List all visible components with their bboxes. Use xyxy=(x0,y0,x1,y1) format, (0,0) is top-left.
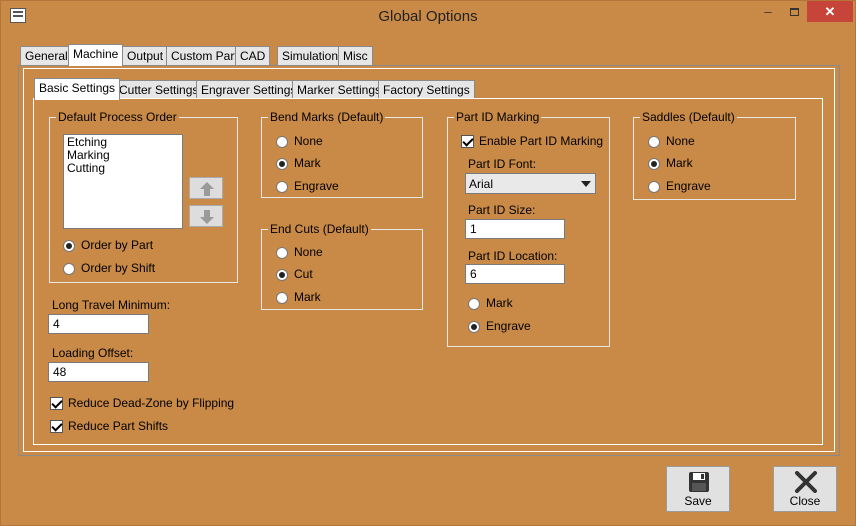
saddles-title: Saddles (Default) xyxy=(640,110,737,124)
part-id-location-label: Part ID Location: xyxy=(468,249,558,263)
checkbox-label: Reduce Dead-Zone by Flipping xyxy=(68,396,235,410)
list-item[interactable]: Cutting xyxy=(67,162,179,175)
checkbox-box xyxy=(461,135,474,149)
loading-offset-input[interactable]: 48 xyxy=(48,362,149,382)
radio-label: Engrave xyxy=(294,179,339,193)
radio-dot xyxy=(276,268,288,281)
checkbox-label: Reduce Part Shifts xyxy=(68,419,169,433)
checkbox-label: Enable Part ID Marking xyxy=(479,134,604,148)
radio-label: Mark xyxy=(294,156,321,170)
tab-engraver-settings[interactable]: Engraver Settings xyxy=(196,80,302,100)
radio-dot xyxy=(63,262,75,275)
move-down-button[interactable] xyxy=(189,205,223,227)
process-order-list[interactable]: Etching Marking Cutting xyxy=(63,134,183,229)
radio-dot xyxy=(648,157,660,170)
radio-dot xyxy=(276,135,288,148)
process-order-title: Default Process Order xyxy=(56,110,179,124)
close-icon xyxy=(795,471,817,493)
checkbox-box xyxy=(50,420,63,434)
order-by-part-radio[interactable]: Order by Part xyxy=(63,238,153,254)
tab-basic-settings[interactable]: Basic Settings xyxy=(34,78,121,100)
tab-factory-settings[interactable]: Factory Settings xyxy=(378,80,475,100)
tab-output[interactable]: Output xyxy=(122,46,169,66)
tab-simulation[interactable]: Simulation xyxy=(277,46,344,66)
tab-cutter-settings[interactable]: Cutter Settings xyxy=(114,80,204,100)
long-travel-label: Long Travel Minimum: xyxy=(52,298,171,312)
save-icon xyxy=(689,472,709,492)
radio-label: Order by Part xyxy=(81,238,154,252)
saddle-none-radio[interactable]: None xyxy=(648,134,695,150)
saddle-mark-radio[interactable]: Mark xyxy=(648,156,693,172)
select-value: Arial xyxy=(469,177,494,191)
title-bar: Global Options – ✕ xyxy=(1,1,855,31)
bend-engrave-radio[interactable]: Engrave xyxy=(276,179,339,195)
endcut-cut-radio[interactable]: Cut xyxy=(276,267,313,283)
radio-dot xyxy=(468,320,480,333)
part-id-title: Part ID Marking xyxy=(454,110,542,124)
part-id-font-select[interactable]: Arial xyxy=(465,173,596,194)
minimize-button[interactable]: – xyxy=(755,1,781,22)
maximize-icon xyxy=(789,8,799,16)
radio-label: Order by Shift xyxy=(81,261,156,275)
part-id-font-label: Part ID Font: xyxy=(468,157,537,171)
radio-label: Mark xyxy=(486,296,513,310)
tab-marker-settings[interactable]: Marker Settings xyxy=(292,80,387,100)
close-button[interactable]: Close xyxy=(773,466,837,512)
arrow-up-icon xyxy=(200,182,214,196)
bend-marks-title: Bend Marks (Default) xyxy=(268,110,386,124)
tab-custom-part[interactable]: Custom Part xyxy=(166,46,243,66)
endcut-none-radio[interactable]: None xyxy=(276,245,323,261)
radio-dot xyxy=(276,291,288,304)
radio-dot xyxy=(648,180,660,193)
enable-part-id-checkbox[interactable]: Enable Part ID Marking xyxy=(461,134,603,150)
part-id-location-input[interactable]: 6 xyxy=(465,264,565,284)
radio-label: Engrave xyxy=(666,179,711,193)
save-label: Save xyxy=(684,494,712,508)
bend-mark-radio[interactable]: Mark xyxy=(276,156,321,172)
radio-label: None xyxy=(666,134,695,148)
radio-label: None xyxy=(294,134,323,148)
save-button[interactable]: Save xyxy=(666,466,730,512)
tab-machine[interactable]: Machine xyxy=(68,44,124,66)
part-id-size-label: Part ID Size: xyxy=(468,203,536,217)
maximize-button[interactable] xyxy=(781,1,807,22)
radio-dot xyxy=(276,246,288,259)
radio-label: None xyxy=(294,245,323,259)
saddle-engrave-radio[interactable]: Engrave xyxy=(648,179,711,195)
reduce-part-shifts-checkbox[interactable]: Reduce Part Shifts xyxy=(50,419,168,435)
tab-cad[interactable]: CAD xyxy=(235,46,271,66)
order-by-shift-radio[interactable]: Order by Shift xyxy=(63,261,155,277)
arrow-down-icon xyxy=(200,210,214,224)
loading-offset-label: Loading Offset: xyxy=(52,346,134,360)
tab-misc[interactable]: Misc xyxy=(338,46,373,66)
radio-label: Cut xyxy=(294,267,313,281)
global-options-window: Global Options – ✕ General Machine Outpu… xyxy=(0,0,856,526)
radio-dot xyxy=(648,135,660,148)
radio-label: Mark xyxy=(666,156,693,170)
radio-dot xyxy=(276,180,288,193)
move-up-button[interactable] xyxy=(189,177,223,199)
long-travel-input[interactable]: 4 xyxy=(48,314,149,334)
partid-engrave-radio[interactable]: Engrave xyxy=(468,319,531,335)
tab-general[interactable]: General xyxy=(20,46,73,66)
radio-label: Mark xyxy=(294,290,321,304)
endcut-mark-radio[interactable]: Mark xyxy=(276,290,321,306)
radio-dot xyxy=(276,157,288,170)
window-title: Global Options xyxy=(378,8,478,25)
checkbox-box xyxy=(50,397,63,411)
end-cuts-title: End Cuts (Default) xyxy=(268,222,371,236)
partid-mark-radio[interactable]: Mark xyxy=(468,296,513,312)
bend-none-radio[interactable]: None xyxy=(276,134,323,150)
reduce-dead-zone-checkbox[interactable]: Reduce Dead-Zone by Flipping xyxy=(50,396,234,412)
part-id-size-input[interactable]: 1 xyxy=(465,219,565,239)
close-window-button[interactable]: ✕ xyxy=(807,1,853,22)
chevron-down-icon xyxy=(581,181,591,187)
radio-dot xyxy=(468,297,480,310)
radio-dot xyxy=(63,239,75,252)
close-label: Close xyxy=(789,494,821,508)
radio-label: Engrave xyxy=(486,319,531,333)
